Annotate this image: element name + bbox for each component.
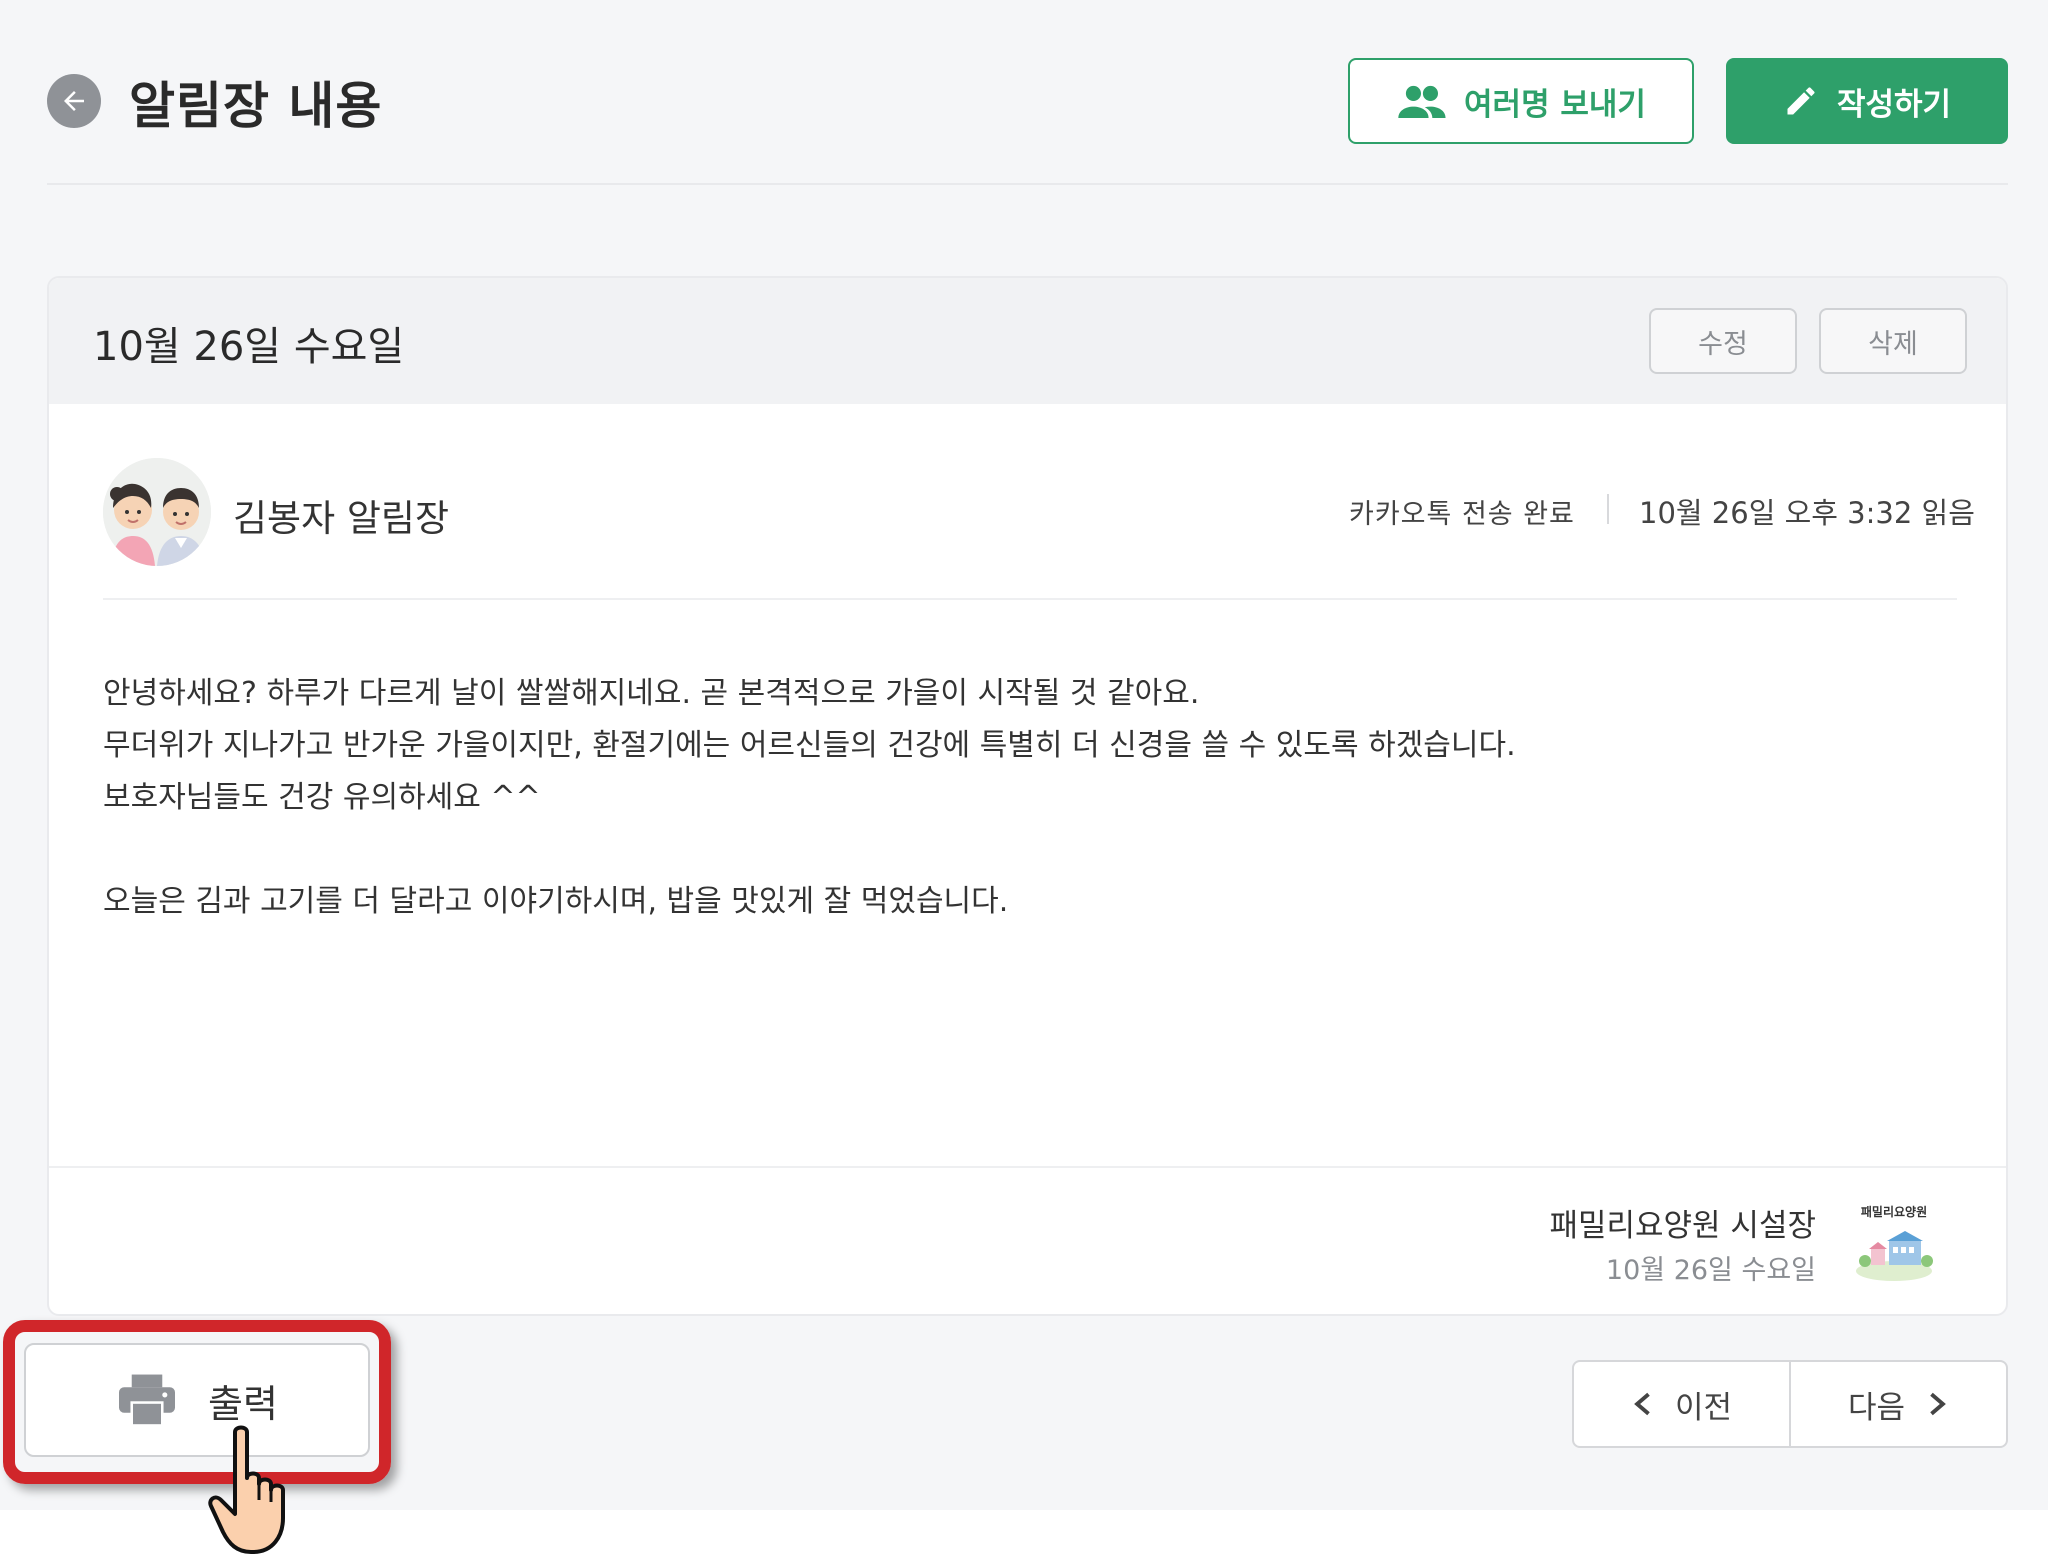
print-button[interactable]: 출력: [24, 1343, 370, 1457]
body-line: 오늘은 김과 고기를 더 달라고 이야기하시며, 밥을 맛있게 잘 먹었습니다.: [103, 884, 1009, 919]
kakao-send-status: 카카오톡 전송 완료: [1349, 499, 1575, 530]
footer-divider: [49, 1166, 2006, 1168]
meta-divider: [1607, 494, 1609, 524]
printer-icon: [119, 1374, 176, 1427]
facility-logo: 패밀리요양원: [1849, 1203, 1939, 1293]
signature-date: 10월 26일 수요일: [1605, 1255, 1816, 1286]
header-divider: [103, 598, 1957, 600]
notice-card: 10월 26일 수요일 수정 삭제 김봉자 알림장 카카오톡 전송 완료 10월…: [47, 276, 2008, 1316]
pointer-hand-icon: [205, 1420, 315, 1560]
body-line: 무더위가 지나가고 반가운 가을이지만, 환절기에는 어르신들의 건강에 특별히…: [103, 728, 1516, 763]
avatar: [103, 458, 211, 566]
facility-logo-text: 패밀리요양원: [1860, 1205, 1928, 1219]
group-icon: [1398, 85, 1446, 118]
write-label: 작성하기: [1836, 86, 1952, 123]
notice-card-header: 10월 26일 수요일 수정 삭제: [49, 278, 2006, 404]
page-header: 알림장 내용 여러명 보내기 작성하기: [47, 0, 2008, 185]
pencil-icon: [1787, 87, 1815, 115]
body-line: 안녕하세요? 하루가 다르게 날이 쌀쌀해지네요. 곧 본격적으로 가을이 시작…: [103, 676, 1200, 711]
back-button[interactable]: [47, 74, 101, 128]
chevron-right-icon: [1930, 1392, 1946, 1416]
multi-send-button[interactable]: 여러명 보내기: [1348, 58, 1694, 144]
next-button[interactable]: 다음: [1789, 1362, 2006, 1446]
prev-label: 이전: [1674, 1389, 1733, 1426]
write-button[interactable]: 작성하기: [1726, 58, 2008, 144]
body-blank-line: [103, 824, 1516, 876]
multi-send-label: 여러명 보내기: [1464, 86, 1646, 123]
read-timestamp: 10월 26일 오후 3:32 읽음: [1639, 496, 1975, 530]
arrow-left-icon: [64, 91, 84, 111]
signature-name: 패밀리요양원 시설장: [1549, 1208, 1816, 1244]
notice-title: 김봉자 알림장: [233, 497, 450, 540]
prev-button[interactable]: 이전: [1574, 1362, 1789, 1446]
elderly-couple-icon: [103, 458, 211, 566]
notice-date: 10월 26일 수요일: [93, 324, 405, 370]
pagination: 이전 다음: [1572, 1360, 2008, 1448]
delete-button[interactable]: 삭제: [1819, 308, 1967, 374]
next-label: 다음: [1847, 1389, 1906, 1426]
notice-body: 안녕하세요? 하루가 다르게 날이 쌀쌀해지네요. 곧 본격적으로 가을이 시작…: [103, 668, 1516, 928]
body-line: 보호자님들도 건강 유의하세요 ^^: [103, 780, 541, 815]
chevron-left-icon: [1634, 1392, 1650, 1416]
edit-button[interactable]: 수정: [1649, 308, 1797, 374]
page-title: 알림장 내용: [129, 77, 383, 135]
